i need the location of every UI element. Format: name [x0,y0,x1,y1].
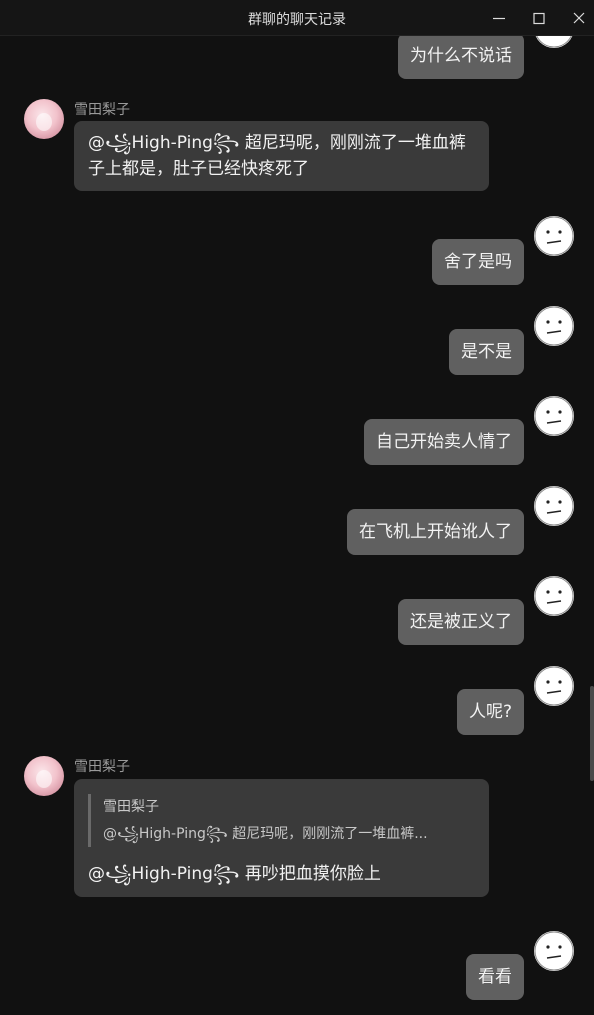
message-bubble-self[interactable]: 还是被正义了 [398,599,524,645]
self-avatar [534,576,574,616]
other-avatar[interactable] [24,99,64,139]
message-bubble-self[interactable]: 在飞机上开始讹人了 [347,509,524,555]
message-bubble-self[interactable]: 自己开始卖人情了 [364,419,524,465]
message-bubble-other[interactable]: 雪田梨子 @꧁High-Ping꧂ 超尼玛呢，刚刚流了一堆血裤... @꧁Hig… [74,779,489,897]
message-bubble-self[interactable]: 舍了是吗 [432,239,524,285]
minimize-button[interactable] [478,0,518,36]
neutral-face-icon [534,306,574,346]
title-bar: 群聊的聊天记录 [0,0,594,36]
maximize-icon [533,12,545,25]
neutral-face-icon [534,396,574,436]
self-avatar [534,666,574,706]
self-avatar [534,216,574,256]
chat-history[interactable]: 为什么不说话 雪田梨子 @꧁High-Ping꧂ 超尼玛呢，刚刚流了一堆血裤子上… [0,36,594,1015]
other-avatar[interactable] [24,756,64,796]
close-button[interactable] [558,0,594,36]
neutral-face-icon [534,931,574,971]
sender-name: 雪田梨子 [74,759,130,775]
maximize-button[interactable] [518,0,558,36]
neutral-face-icon [534,666,574,706]
message-bubble-self[interactable]: 是不是 [449,329,524,375]
neutral-face-icon [534,576,574,616]
self-avatar [534,396,574,436]
neutral-face-icon [534,486,574,526]
self-avatar [534,306,574,346]
neutral-face-icon [534,216,574,256]
message-bubble-self[interactable]: 为什么不说话 [398,36,524,79]
message-bubble-self[interactable]: 看看 [466,954,524,1000]
close-icon [573,12,585,24]
scrollbar-thumb[interactable] [590,686,594,781]
sender-name: 雪田梨子 [74,102,130,118]
quoted-message[interactable]: 雪田梨子 @꧁High-Ping꧂ 超尼玛呢，刚刚流了一堆血裤... [88,794,475,847]
message-bubble-other[interactable]: @꧁High-Ping꧂ 超尼玛呢，刚刚流了一堆血裤子上都是，肚子已经快疼死了 [74,121,489,191]
self-avatar [534,36,574,48]
message-text: @꧁High-Ping꧂ 再吵把血摸你脸上 [88,864,381,884]
minimize-icon [493,17,505,20]
quoted-text: @꧁High-Ping꧂ 超尼玛呢，刚刚流了一堆血裤... [103,826,428,842]
self-avatar [534,486,574,526]
quoted-sender-name: 雪田梨子 [103,799,159,815]
message-bubble-self[interactable]: 人呢? [456,689,524,735]
self-avatar [534,931,574,971]
neutral-face-icon [536,36,572,48]
